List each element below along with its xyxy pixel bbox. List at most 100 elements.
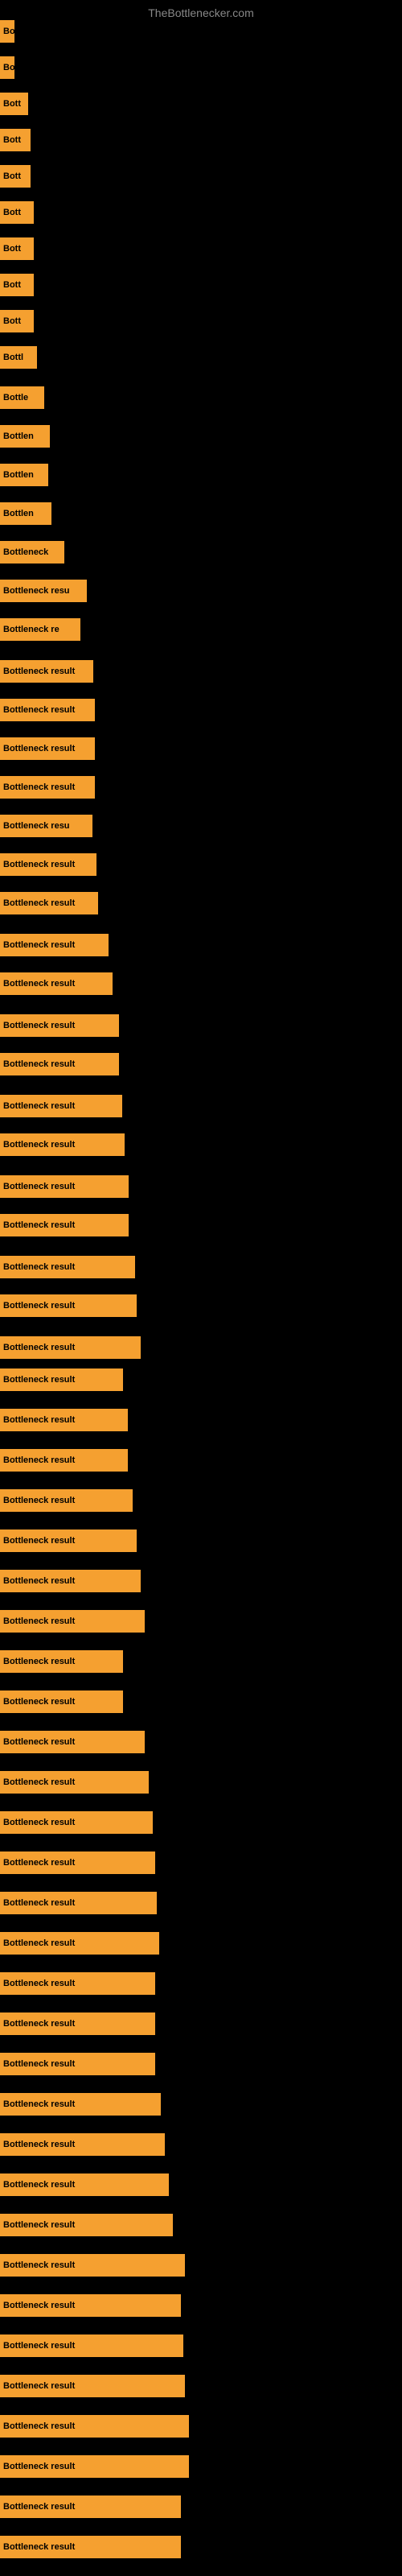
bar-label-55: Bottleneck result bbox=[3, 2140, 75, 2149]
bar-label-16: Bottleneck resu bbox=[3, 586, 70, 596]
bar-label-56: Bottleneck result bbox=[3, 2180, 75, 2190]
bar-item-21: Bottleneck result bbox=[0, 776, 95, 799]
bar-label-11: Bottle bbox=[3, 393, 28, 402]
bar-label-48: Bottleneck result bbox=[3, 1858, 75, 1868]
bar-label-20: Bottleneck result bbox=[3, 744, 75, 753]
bar-label-12: Bottlen bbox=[3, 431, 34, 441]
bar-label-6: Bott bbox=[3, 208, 21, 217]
bar-label-25: Bottleneck result bbox=[3, 940, 75, 950]
bar-label-44: Bottleneck result bbox=[3, 1697, 75, 1707]
bar-label-13: Bottlen bbox=[3, 470, 34, 480]
bar-label-41: Bottleneck result bbox=[3, 1576, 75, 1586]
bar-label-49: Bottleneck result bbox=[3, 1898, 75, 1908]
bar-item-3: Bott bbox=[0, 93, 28, 115]
bar-item-18: Bottleneck result bbox=[0, 660, 93, 683]
bar-item-7: Bott bbox=[0, 237, 34, 260]
bar-label-14: Bottlen bbox=[3, 509, 34, 518]
bar-item-20: Bottleneck result bbox=[0, 737, 95, 760]
bar-label-15: Bottleneck bbox=[3, 547, 48, 557]
bar-item-49: Bottleneck result bbox=[0, 1892, 157, 1914]
bar-label-19: Bottleneck result bbox=[3, 705, 75, 715]
bar-label-33: Bottleneck result bbox=[3, 1262, 75, 1272]
bar-item-34: Bottleneck result bbox=[0, 1294, 137, 1317]
bar-label-52: Bottleneck result bbox=[3, 2019, 75, 2029]
bar-item-16: Bottleneck resu bbox=[0, 580, 87, 602]
bar-item-4: Bott bbox=[0, 129, 31, 151]
bar-item-8: Bott bbox=[0, 274, 34, 296]
bar-label-43: Bottleneck result bbox=[3, 1657, 75, 1666]
bar-item-23: Bottleneck result bbox=[0, 853, 96, 876]
bar-label-36: Bottleneck result bbox=[3, 1375, 75, 1385]
bar-label-54: Bottleneck result bbox=[3, 2099, 75, 2109]
bar-item-11: Bottle bbox=[0, 386, 44, 409]
bar-item-1: Bo bbox=[0, 20, 14, 43]
bar-label-29: Bottleneck result bbox=[3, 1101, 75, 1111]
site-title: TheBottlenecker.com bbox=[0, 0, 402, 23]
bar-item-59: Bottleneck result bbox=[0, 2294, 181, 2317]
bar-item-17: Bottleneck re bbox=[0, 618, 80, 641]
bar-label-46: Bottleneck result bbox=[3, 1777, 75, 1787]
bar-label-32: Bottleneck result bbox=[3, 1220, 75, 1230]
bar-label-2: Bo bbox=[3, 63, 14, 72]
bar-item-30: Bottleneck result bbox=[0, 1133, 125, 1156]
bar-label-61: Bottleneck result bbox=[3, 2381, 75, 2391]
bar-label-64: Bottleneck result bbox=[3, 2502, 75, 2512]
bar-item-46: Bottleneck result bbox=[0, 1771, 149, 1794]
bar-label-5: Bott bbox=[3, 171, 21, 181]
bar-item-32: Bottleneck result bbox=[0, 1214, 129, 1236]
bar-label-40: Bottleneck result bbox=[3, 1536, 75, 1546]
bar-label-39: Bottleneck result bbox=[3, 1496, 75, 1505]
bar-label-50: Bottleneck result bbox=[3, 1938, 75, 1948]
bar-label-35: Bottleneck result bbox=[3, 1343, 75, 1352]
bar-item-25: Bottleneck result bbox=[0, 934, 109, 956]
bar-label-59: Bottleneck result bbox=[3, 2301, 75, 2310]
bar-item-26: Bottleneck result bbox=[0, 972, 113, 995]
bar-item-10: Bottl bbox=[0, 346, 37, 369]
bar-item-55: Bottleneck result bbox=[0, 2133, 165, 2156]
bar-label-26: Bottleneck result bbox=[3, 979, 75, 989]
bar-item-36: Bottleneck result bbox=[0, 1368, 123, 1391]
bar-label-53: Bottleneck result bbox=[3, 2059, 75, 2069]
bar-item-65: Bottleneck result bbox=[0, 2536, 181, 2558]
bar-label-60: Bottleneck result bbox=[3, 2341, 75, 2351]
bar-item-44: Bottleneck result bbox=[0, 1690, 123, 1713]
bar-label-7: Bott bbox=[3, 244, 21, 254]
bar-item-6: Bott bbox=[0, 201, 34, 224]
bar-item-39: Bottleneck result bbox=[0, 1489, 133, 1512]
bar-item-15: Bottleneck bbox=[0, 541, 64, 564]
bar-item-2: Bo bbox=[0, 56, 14, 79]
bar-item-63: Bottleneck result bbox=[0, 2455, 189, 2478]
bar-item-60: Bottleneck result bbox=[0, 2334, 183, 2357]
bar-item-28: Bottleneck result bbox=[0, 1053, 119, 1075]
bar-item-61: Bottleneck result bbox=[0, 2375, 185, 2397]
bar-label-31: Bottleneck result bbox=[3, 1182, 75, 1191]
bar-item-14: Bottlen bbox=[0, 502, 51, 525]
bar-item-29: Bottleneck result bbox=[0, 1095, 122, 1117]
bar-item-53: Bottleneck result bbox=[0, 2053, 155, 2075]
bar-item-42: Bottleneck result bbox=[0, 1610, 145, 1633]
bar-label-62: Bottleneck result bbox=[3, 2421, 75, 2431]
bar-item-45: Bottleneck result bbox=[0, 1731, 145, 1753]
bar-item-19: Bottleneck result bbox=[0, 699, 95, 721]
bar-label-21: Bottleneck result bbox=[3, 782, 75, 792]
bar-label-28: Bottleneck result bbox=[3, 1059, 75, 1069]
bar-label-47: Bottleneck result bbox=[3, 1818, 75, 1827]
bar-item-50: Bottleneck result bbox=[0, 1932, 159, 1955]
bar-label-38: Bottleneck result bbox=[3, 1455, 75, 1465]
bar-item-64: Bottleneck result bbox=[0, 2496, 181, 2518]
bar-label-42: Bottleneck result bbox=[3, 1616, 75, 1626]
bar-label-9: Bott bbox=[3, 316, 21, 326]
bar-item-47: Bottleneck result bbox=[0, 1811, 153, 1834]
bar-item-12: Bottlen bbox=[0, 425, 50, 448]
bar-label-8: Bott bbox=[3, 280, 21, 290]
bar-item-31: Bottleneck result bbox=[0, 1175, 129, 1198]
bar-item-38: Bottleneck result bbox=[0, 1449, 128, 1472]
bar-item-24: Bottleneck result bbox=[0, 892, 98, 914]
bar-label-10: Bottl bbox=[3, 353, 23, 362]
bar-label-23: Bottleneck result bbox=[3, 860, 75, 869]
bar-item-54: Bottleneck result bbox=[0, 2093, 161, 2116]
bar-label-27: Bottleneck result bbox=[3, 1021, 75, 1030]
bar-label-34: Bottleneck result bbox=[3, 1301, 75, 1311]
bar-item-48: Bottleneck result bbox=[0, 1852, 155, 1874]
bar-item-13: Bottlen bbox=[0, 464, 48, 486]
